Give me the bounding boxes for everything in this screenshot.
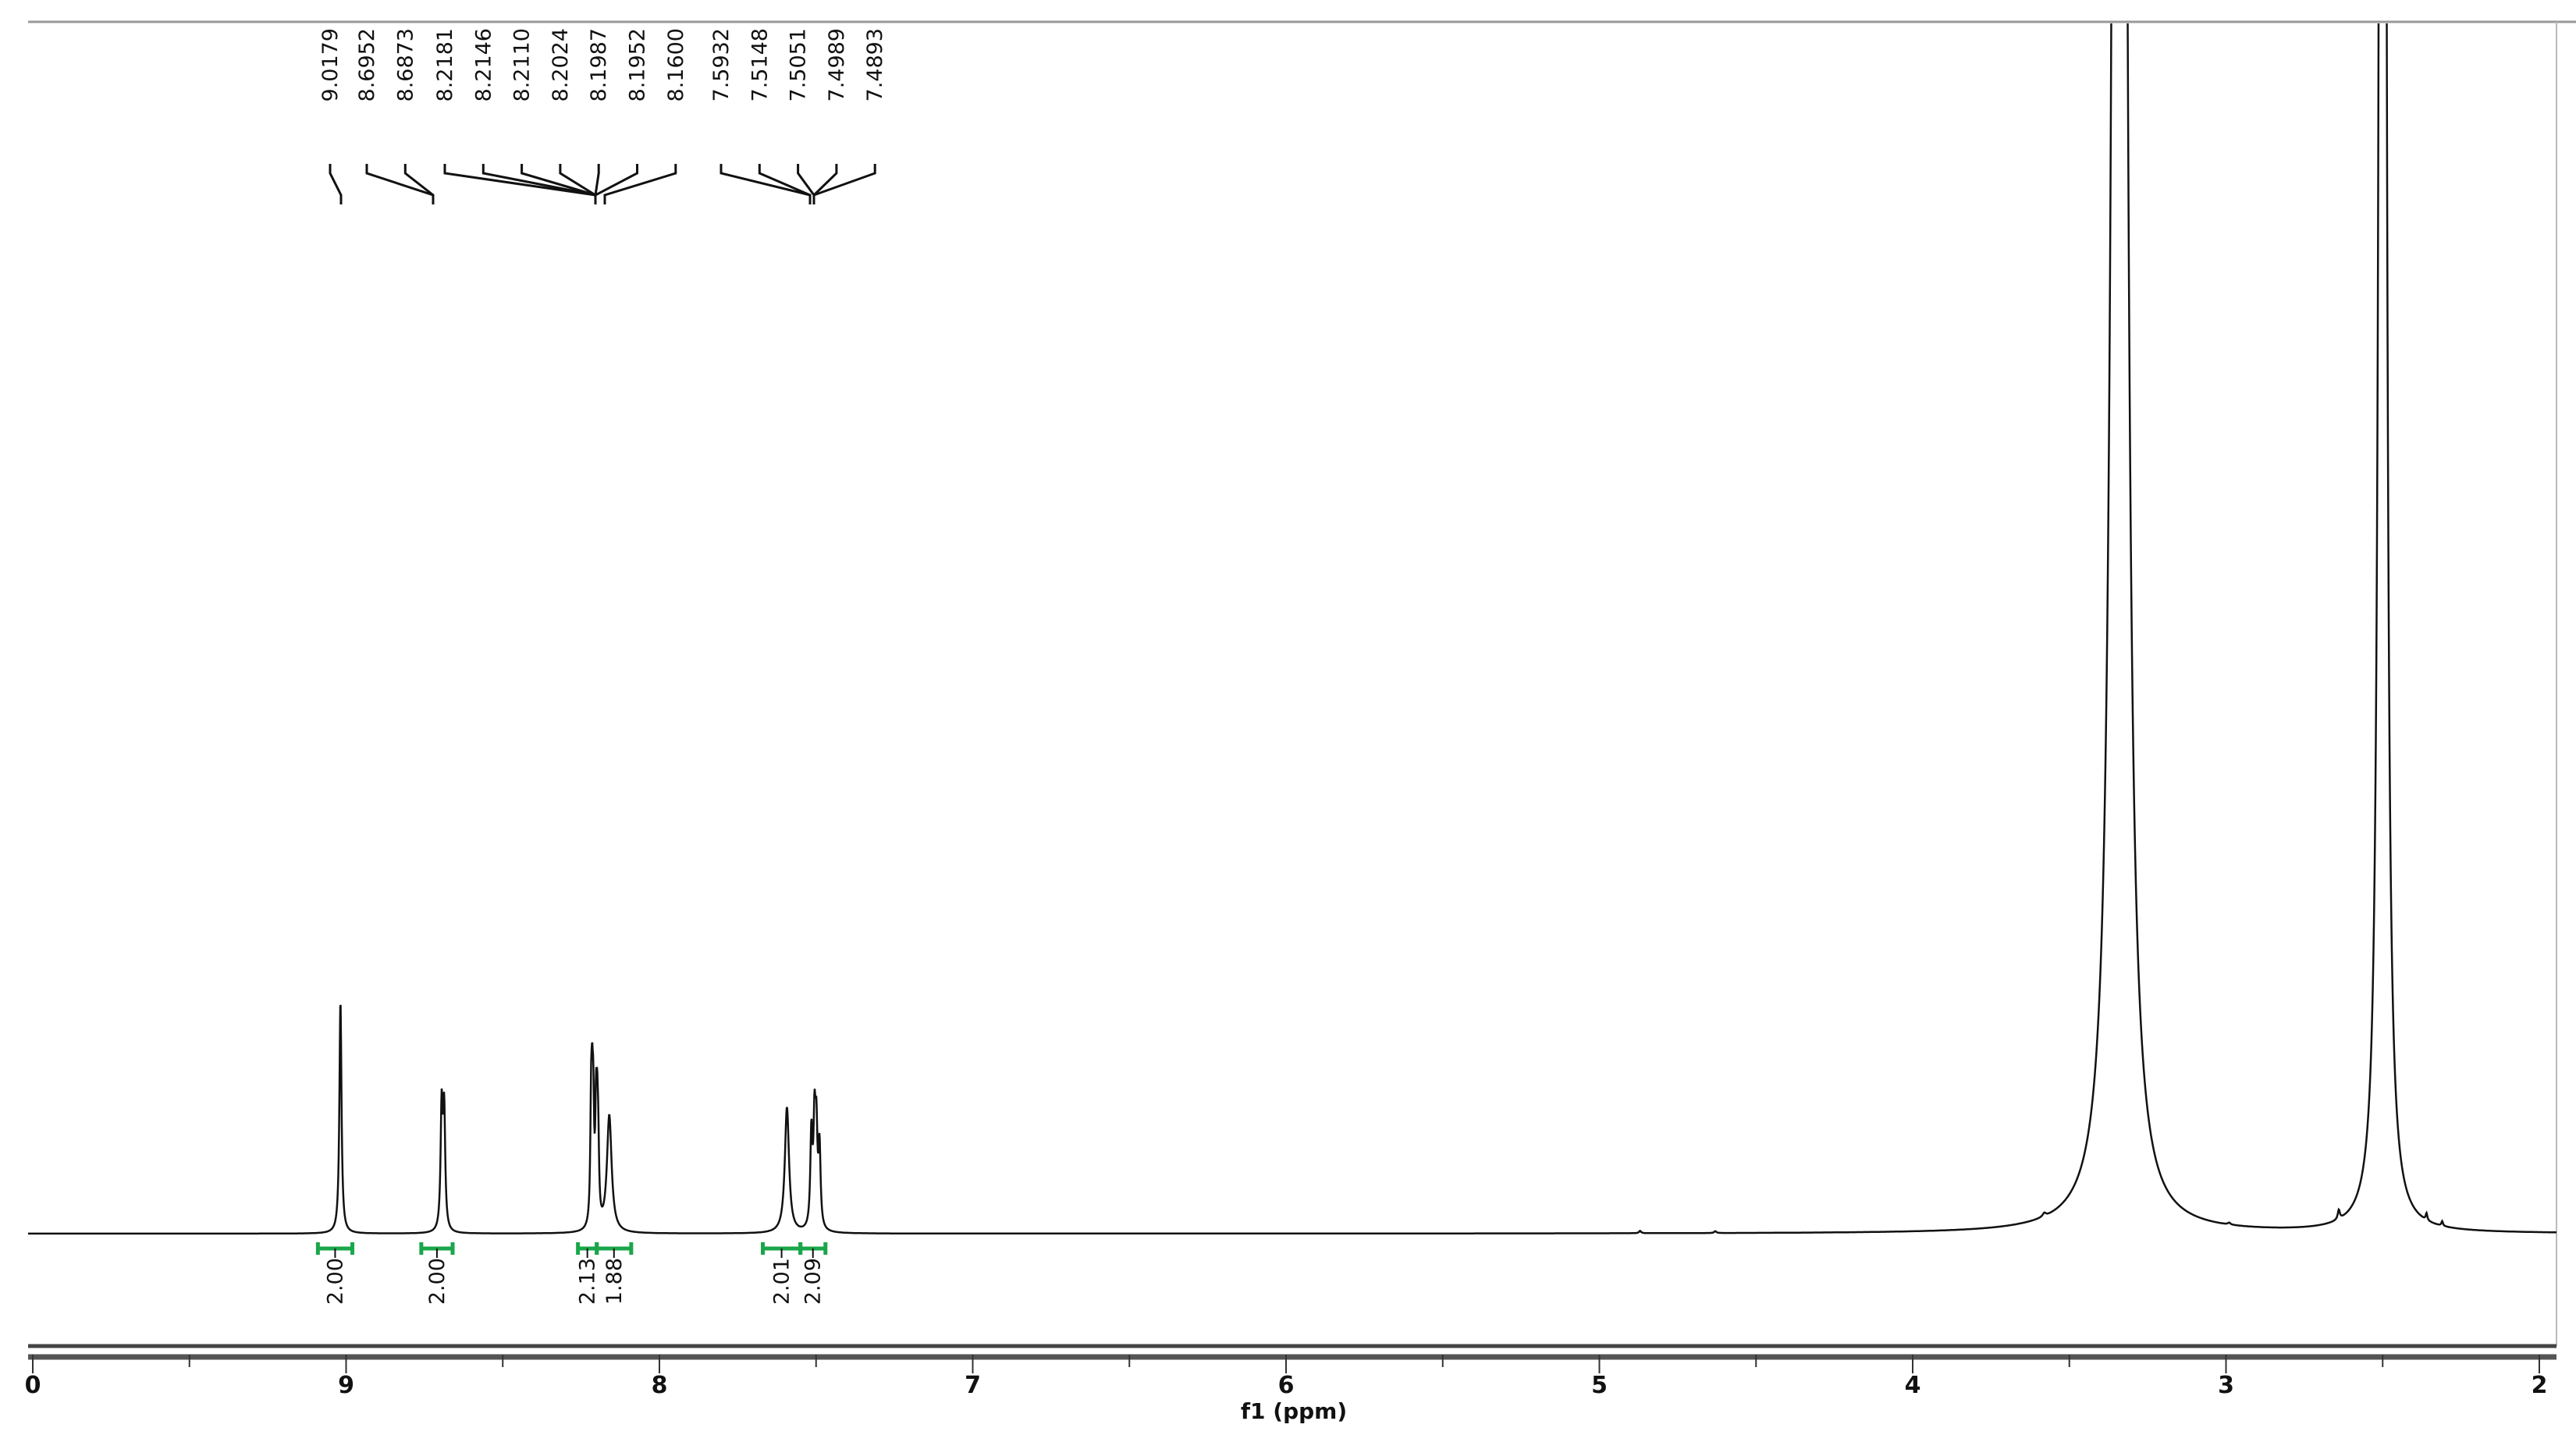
peak-label-connector <box>403 164 435 204</box>
peak-label: 9.0179 <box>318 28 343 101</box>
peak-label-connector <box>812 164 876 204</box>
peak-label-connector <box>521 164 597 204</box>
x-tick-label: 8 <box>652 1372 668 1399</box>
x-tick-label: 3 <box>2218 1372 2234 1399</box>
peak-label-connector <box>365 164 435 204</box>
integral-label: 2.09 <box>801 1258 826 1305</box>
peak-label: 8.2146 <box>471 28 496 101</box>
integral-label: 2.00 <box>323 1258 347 1305</box>
x-tick-label: 0 <box>25 1372 41 1399</box>
peak-label: 8.2181 <box>433 28 457 101</box>
peak-label-connector <box>812 164 838 204</box>
x-tick-label: 4 <box>1905 1372 1921 1399</box>
integral-label: 2.00 <box>425 1258 449 1305</box>
peak-label-connector <box>559 164 597 204</box>
x-tick-label: 9 <box>338 1372 354 1399</box>
integral-label: 2.13 <box>576 1258 600 1305</box>
peak-label: 7.5932 <box>709 28 734 101</box>
peak-label: 8.2110 <box>510 28 535 101</box>
peak-label: 7.5148 <box>748 28 772 101</box>
x-tick-label: 7 <box>965 1372 981 1399</box>
peak-label: 8.6873 <box>393 28 417 101</box>
nmr-spectrum-chart: 0 9 8 7 6 5 4 3 2 f1 (ppm) 9.0179 8.6952 8.6873 8.2… <box>25 20 2576 1424</box>
integral-label: 1.88 <box>602 1258 627 1305</box>
peak-label: 8.1600 <box>664 28 688 101</box>
peak-label: 7.5051 <box>787 28 811 101</box>
x-tick-label: 5 <box>1591 1372 1608 1399</box>
peak-label: 8.1952 <box>626 28 650 101</box>
peak-label-connector <box>329 164 343 204</box>
x-tick-label: 2 <box>2532 1372 2548 1399</box>
peak-label: 8.6952 <box>355 28 379 101</box>
peak-label-connector <box>443 164 597 204</box>
peak-labels: 9.0179 8.6952 8.6873 8.2181 8.2146 8.2110 8.20… <box>318 28 887 204</box>
peak-label-connector <box>797 164 815 204</box>
peak-label: 8.2024 <box>549 28 573 101</box>
x-axis-tick-labels: 0 9 8 7 6 5 4 3 2 <box>25 1372 2548 1399</box>
integrals: 2.00 2.00 2.13 1.88 2.01 2.09 <box>315 1242 828 1305</box>
peak-label-connector <box>720 164 812 204</box>
integral-label: 2.01 <box>770 1258 794 1305</box>
spectrum-line <box>28 23 2556 1235</box>
peak-label: 8.1987 <box>587 28 611 101</box>
peak-label-connector <box>594 164 638 204</box>
peak-label: 7.4989 <box>825 28 849 101</box>
x-tick-label: 6 <box>1278 1372 1295 1399</box>
x-axis-title: f1 (ppm) <box>1241 1398 1347 1424</box>
peak-label: 7.4893 <box>863 28 887 101</box>
